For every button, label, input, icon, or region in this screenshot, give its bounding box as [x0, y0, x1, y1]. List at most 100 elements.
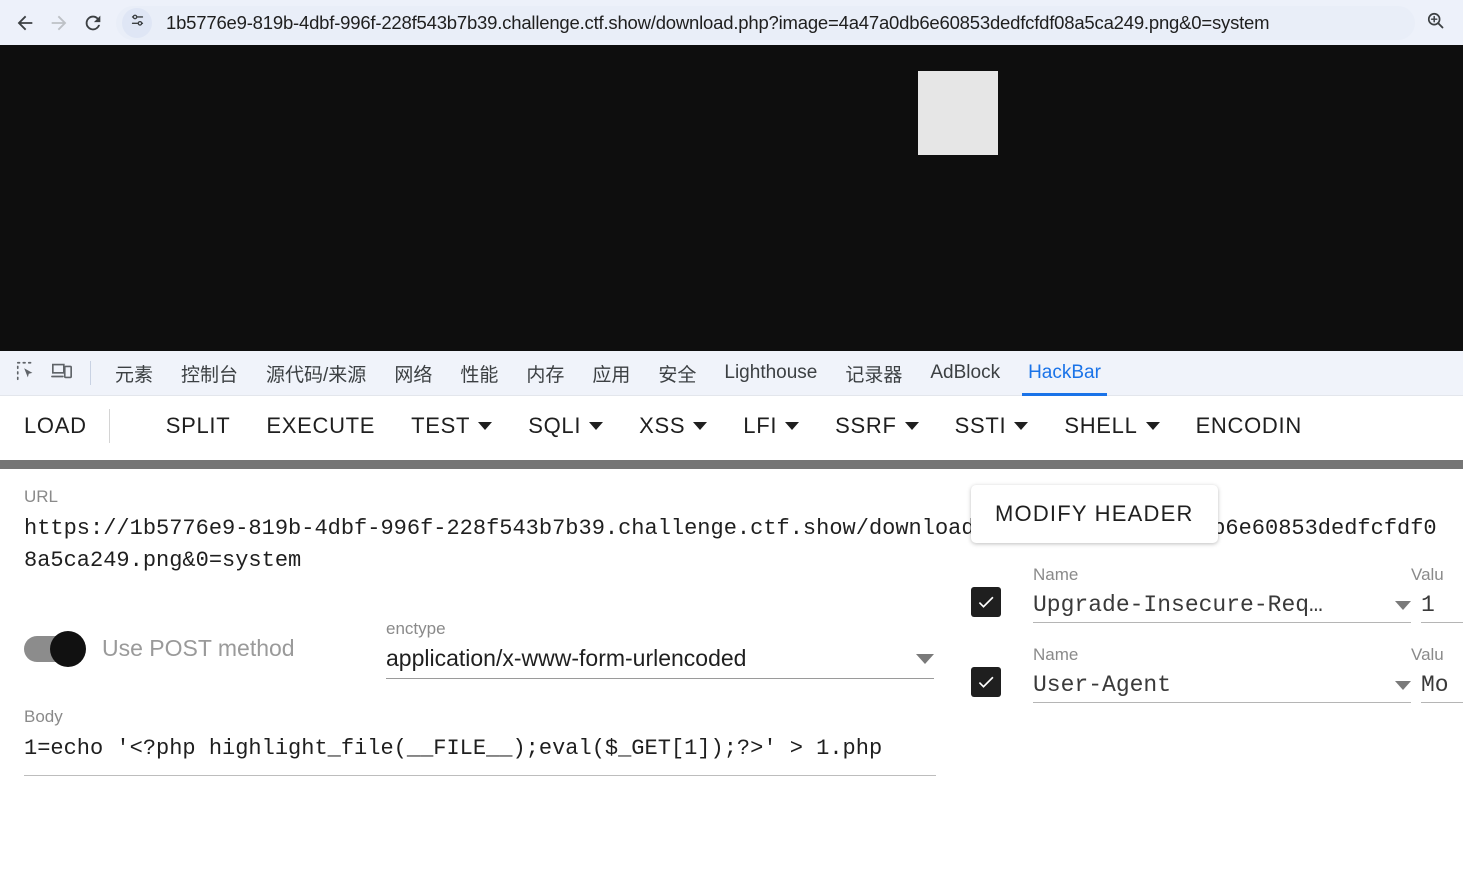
header-name-label: Name — [1033, 565, 1411, 585]
zoom-in-icon — [1425, 10, 1446, 36]
enctype-label: enctype — [386, 619, 934, 639]
header-row-fields: User-Agent Mo — [971, 667, 1463, 703]
ssti-label: SSTI — [955, 413, 1007, 439]
sqli-menu-button[interactable]: SQLI — [528, 413, 603, 439]
header-enabled-checkbox[interactable] — [971, 587, 1001, 617]
header-row: Name Valu User-Agent Mo — [971, 645, 1463, 703]
shell-label: SHELL — [1064, 413, 1137, 439]
toggle-knob — [50, 631, 86, 667]
chevron-down-icon — [785, 422, 799, 430]
body-field-label: Body — [24, 707, 936, 727]
toggle-track[interactable] — [24, 636, 82, 662]
header-name-value: User-Agent — [1033, 672, 1171, 698]
header-name-label: Name — [1033, 645, 1411, 665]
forward-arrow-icon — [48, 12, 70, 34]
hackbar-body: URL https://1b5776e9-819b-4dbf-996f-228f… — [0, 469, 1463, 776]
hackbar-toolbar-divider — [0, 460, 1463, 469]
site-settings-button[interactable] — [122, 8, 152, 38]
body-field[interactable]: Body 1=echo '<?php highlight_file(__FILE… — [24, 707, 936, 776]
ssrf-menu-button[interactable]: SSRF — [835, 413, 918, 439]
body-field-underline — [24, 775, 936, 776]
reload-icon — [82, 12, 104, 34]
browser-toolbar: 1b5776e9-819b-4dbf-996f-228f543b7b39.cha… — [0, 0, 1463, 45]
device-toolbar-icon — [51, 360, 73, 387]
tab-network[interactable]: 网络 — [380, 351, 446, 396]
devtools-tabbar: 元素 控制台 源代码/来源 网络 性能 内存 应用 安全 Lighthouse … — [0, 351, 1463, 396]
ssrf-label: SSRF — [835, 413, 896, 439]
header-name-field[interactable]: User-Agent — [1033, 672, 1411, 703]
execute-button[interactable]: EXECUTE — [266, 413, 375, 439]
tab-security[interactable]: 安全 — [644, 351, 710, 396]
encoding-menu-button[interactable]: ENCODIN — [1196, 413, 1302, 439]
chevron-down-icon[interactable] — [916, 654, 934, 664]
body-field-value[interactable]: 1=echo '<?php highlight_file(__FILE__);e… — [24, 733, 936, 765]
use-post-method-toggle[interactable]: Use POST method — [24, 635, 386, 662]
header-value-label: Valu — [1411, 645, 1463, 665]
header-name-field[interactable]: Upgrade-Insecure-Req… — [1033, 592, 1411, 623]
site-settings-tune-icon — [129, 12, 146, 34]
header-value-field[interactable]: Mo — [1421, 672, 1463, 703]
chevron-down-icon — [1014, 422, 1028, 430]
header-value-label: Valu — [1411, 565, 1463, 585]
tab-hackbar[interactable]: HackBar — [1014, 351, 1115, 396]
xss-menu-button[interactable]: XSS — [639, 413, 707, 439]
check-icon — [976, 592, 996, 612]
split-button[interactable]: SPLIT — [166, 413, 231, 439]
header-value-value: 1 — [1421, 592, 1435, 618]
test-label: TEST — [411, 413, 470, 439]
use-post-method-label: Use POST method — [102, 635, 295, 662]
tab-adblock[interactable]: AdBlock — [916, 351, 1014, 396]
header-name-value: Upgrade-Insecure-Req… — [1033, 592, 1323, 618]
chevron-down-icon — [905, 422, 919, 430]
chevron-down-icon — [589, 422, 603, 430]
chevron-down-icon — [693, 422, 707, 430]
shell-menu-button[interactable]: SHELL — [1064, 413, 1159, 439]
ssti-menu-button[interactable]: SSTI — [955, 413, 1029, 439]
chevron-down-icon — [478, 422, 492, 430]
modify-header-button[interactable]: MODIFY HEADER — [971, 485, 1218, 543]
devtools-panel: 元素 控制台 源代码/来源 网络 性能 内存 应用 安全 Lighthouse … — [0, 351, 1463, 776]
load-button[interactable]: LOAD — [24, 413, 87, 439]
tab-console[interactable]: 控制台 — [167, 351, 252, 396]
image-viewer — [0, 45, 1463, 351]
header-value-field[interactable]: 1 — [1421, 592, 1463, 623]
header-row-labels: Name Valu — [971, 645, 1463, 665]
reload-button[interactable] — [76, 6, 110, 40]
address-bar-url[interactable]: 1b5776e9-819b-4dbf-996f-228f543b7b39.cha… — [166, 12, 1269, 34]
chevron-down-icon[interactable] — [1395, 601, 1411, 610]
enctype-select-line[interactable]: application/x-www-form-urlencoded — [386, 645, 934, 679]
xss-label: XSS — [639, 413, 685, 439]
tab-elements[interactable]: 元素 — [101, 351, 167, 396]
inspect-element-button[interactable] — [8, 355, 44, 391]
forward-button[interactable] — [42, 6, 76, 40]
enctype-value: application/x-www-form-urlencoded — [386, 645, 746, 672]
enctype-select[interactable]: enctype application/x-www-form-urlencode… — [386, 619, 934, 679]
sqli-label: SQLI — [528, 413, 581, 439]
load-dropdown-divider — [109, 409, 110, 443]
device-toolbar-button[interactable] — [44, 355, 80, 391]
tab-memory[interactable]: 内存 — [512, 351, 578, 396]
headers-column: MODIFY HEADER Name Valu Upgrade-Insecure… — [971, 485, 1463, 703]
test-menu-button[interactable]: TEST — [411, 413, 492, 439]
header-value-value: Mo — [1421, 672, 1449, 698]
header-row-labels: Name Valu — [971, 565, 1463, 585]
check-icon — [976, 672, 996, 692]
tab-recorder[interactable]: 记录器 — [831, 351, 916, 396]
chevron-down-icon[interactable] — [1395, 681, 1411, 690]
header-row-fields: Upgrade-Insecure-Req… 1 — [971, 587, 1463, 623]
address-bar[interactable]: 1b5776e9-819b-4dbf-996f-228f543b7b39.cha… — [116, 6, 1415, 40]
chevron-down-icon — [1146, 422, 1160, 430]
tab-performance[interactable]: 性能 — [446, 351, 512, 396]
lfi-menu-button[interactable]: LFI — [743, 413, 799, 439]
tab-application[interactable]: 应用 — [578, 351, 644, 396]
header-enabled-checkbox[interactable] — [971, 667, 1001, 697]
inspect-element-icon — [15, 360, 37, 387]
header-row: Name Valu Upgrade-Insecure-Req… 1 — [971, 565, 1463, 623]
lfi-label: LFI — [743, 413, 777, 439]
zoom-indicator-button[interactable] — [1415, 0, 1455, 45]
downloaded-image — [918, 71, 998, 155]
back-button[interactable] — [8, 6, 42, 40]
tab-sources[interactable]: 源代码/来源 — [252, 351, 380, 396]
tab-lighthouse[interactable]: Lighthouse — [710, 351, 831, 396]
hackbar-toolbar: LOAD SPLIT EXECUTE TEST SQLI XSS LFI SSR… — [0, 396, 1463, 456]
